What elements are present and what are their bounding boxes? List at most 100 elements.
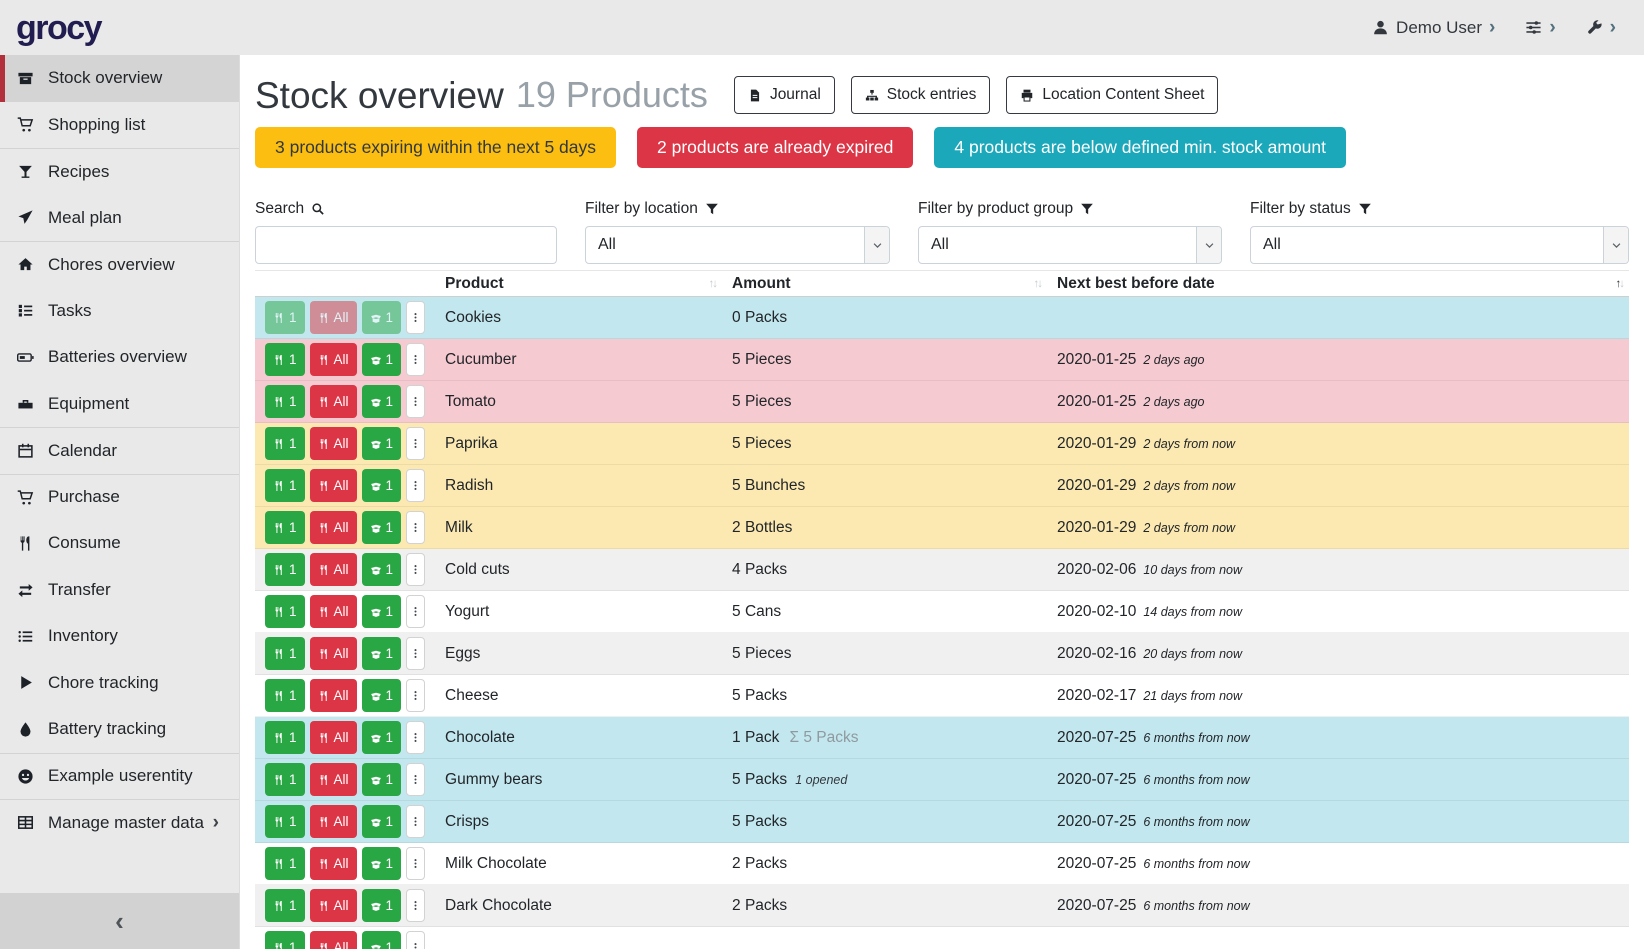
- sidebar-item-tasks[interactable]: Tasks: [0, 288, 239, 335]
- sidebar-item-battery-tracking[interactable]: Battery tracking: [0, 706, 239, 753]
- row-menu-button[interactable]: [406, 889, 425, 922]
- location-select[interactable]: All: [585, 226, 890, 264]
- search-input[interactable]: [255, 226, 557, 264]
- open-one-button[interactable]: 1: [362, 847, 402, 880]
- open-one-button[interactable]: 1: [362, 805, 402, 838]
- open-one-button[interactable]: 1: [362, 595, 402, 628]
- sidebar-item-consume[interactable]: Consume: [0, 520, 239, 567]
- consume-all-button[interactable]: All: [310, 469, 357, 502]
- open-one-button[interactable]: 1: [362, 385, 402, 418]
- open-one-button[interactable]: 1: [362, 763, 402, 796]
- consume-all-button[interactable]: All: [310, 553, 357, 586]
- open-one-button[interactable]: 1: [362, 931, 402, 949]
- amount-column-header[interactable]: Amount ↑↓: [722, 271, 1047, 297]
- best-before-column-header[interactable]: Next best before date ↑↓: [1047, 271, 1629, 297]
- consume-one-button[interactable]: 1: [265, 427, 305, 460]
- expired-alert-badge[interactable]: 2 products are already expired: [637, 127, 913, 168]
- below-min-stock-alert-badge[interactable]: 4 products are below defined min. stock …: [934, 127, 1346, 168]
- consume-all-button[interactable]: All: [310, 931, 357, 949]
- sidebar-item-stock-overview[interactable]: Stock overview: [0, 55, 239, 102]
- consume-one-button[interactable]: 1: [265, 511, 305, 544]
- consume-all-button[interactable]: All: [310, 679, 357, 712]
- sidebar-item-equipment[interactable]: Equipment: [0, 381, 239, 428]
- sidebar-item-chore-tracking[interactable]: Chore tracking: [0, 660, 239, 707]
- consume-one-button[interactable]: 1: [265, 637, 305, 670]
- consume-all-button[interactable]: All: [310, 889, 357, 922]
- consume-one-button[interactable]: 1: [265, 889, 305, 922]
- row-menu-button[interactable]: [406, 763, 425, 796]
- sidebar-item-chores-overview[interactable]: Chores overview: [0, 241, 239, 288]
- journal-button[interactable]: Journal: [734, 76, 835, 114]
- consume-all-button[interactable]: All: [310, 343, 357, 376]
- consume-one-button[interactable]: 1: [265, 343, 305, 376]
- consume-one-button[interactable]: 1: [265, 469, 305, 502]
- sidebar-item-batteries-overview[interactable]: Batteries overview: [0, 334, 239, 381]
- open-one-button[interactable]: 1: [362, 889, 402, 922]
- row-menu-button[interactable]: [406, 469, 425, 502]
- sidebar-item-calendar[interactable]: Calendar: [0, 427, 239, 474]
- consume-one-button[interactable]: 1: [265, 931, 305, 949]
- open-one-button[interactable]: 1: [362, 721, 402, 754]
- open-one-button[interactable]: 1: [362, 301, 402, 334]
- consume-one-button[interactable]: 1: [265, 763, 305, 796]
- consume-all-button[interactable]: All: [310, 595, 357, 628]
- row-menu-button[interactable]: [406, 301, 425, 334]
- user-menu[interactable]: Demo User ›: [1372, 18, 1495, 38]
- row-menu-button[interactable]: [406, 805, 425, 838]
- status-select[interactable]: All: [1250, 226, 1629, 264]
- consume-all-button[interactable]: All: [310, 427, 357, 460]
- consume-one-button[interactable]: 1: [265, 847, 305, 880]
- open-one-button[interactable]: 1: [362, 511, 402, 544]
- consume-one-button[interactable]: 1: [265, 553, 305, 586]
- sidebar-item-manage-master-data[interactable]: Manage master data›: [0, 799, 239, 846]
- row-menu-button[interactable]: [406, 721, 425, 754]
- consume-all-button[interactable]: All: [310, 763, 357, 796]
- row-menu-button[interactable]: [406, 343, 425, 376]
- open-one-button[interactable]: 1: [362, 343, 402, 376]
- open-one-button[interactable]: 1: [362, 679, 402, 712]
- expiring-alert-badge[interactable]: 3 products expiring within the next 5 da…: [255, 127, 616, 168]
- utensils-icon: [273, 354, 285, 366]
- consume-all-button[interactable]: All: [310, 301, 357, 334]
- consume-one-button[interactable]: 1: [265, 679, 305, 712]
- admin-menu[interactable]: ›: [1586, 18, 1616, 37]
- open-one-button[interactable]: 1: [362, 427, 402, 460]
- app-logo[interactable]: grocy: [16, 11, 101, 45]
- product-column-header[interactable]: Product ↑↓: [435, 271, 722, 297]
- sidebar-item-recipes[interactable]: Recipes: [0, 148, 239, 195]
- row-menu-button[interactable]: [406, 427, 425, 460]
- open-one-button[interactable]: 1: [362, 553, 402, 586]
- sidebar-item-inventory[interactable]: Inventory: [0, 613, 239, 660]
- consume-one-button[interactable]: 1: [265, 301, 305, 334]
- product-group-select[interactable]: All: [918, 226, 1222, 264]
- consume-all-button[interactable]: All: [310, 511, 357, 544]
- consume-one-button[interactable]: 1: [265, 721, 305, 754]
- row-menu-button[interactable]: [406, 511, 425, 544]
- row-menu-button[interactable]: [406, 385, 425, 418]
- sidebar-item-meal-plan[interactable]: Meal plan: [0, 195, 239, 242]
- sidebar-item-example-userentity[interactable]: Example userentity: [0, 753, 239, 800]
- row-menu-button[interactable]: [406, 553, 425, 586]
- sidebar-item-purchase[interactable]: Purchase: [0, 474, 239, 521]
- consume-all-button[interactable]: All: [310, 637, 357, 670]
- location-content-sheet-button[interactable]: Location Content Sheet: [1006, 76, 1218, 114]
- row-menu-button[interactable]: [406, 679, 425, 712]
- open-one-button[interactable]: 1: [362, 637, 402, 670]
- row-menu-button[interactable]: [406, 931, 425, 949]
- row-menu-button[interactable]: [406, 847, 425, 880]
- stock-entries-button[interactable]: Stock entries: [851, 76, 991, 114]
- consume-one-button[interactable]: 1: [265, 385, 305, 418]
- consume-all-button[interactable]: All: [310, 805, 357, 838]
- open-one-button[interactable]: 1: [362, 469, 402, 502]
- sidebar-item-transfer[interactable]: Transfer: [0, 567, 239, 614]
- consume-one-button[interactable]: 1: [265, 805, 305, 838]
- sidebar-item-shopping-list[interactable]: Shopping list: [0, 102, 239, 149]
- consume-one-button[interactable]: 1: [265, 595, 305, 628]
- row-menu-button[interactable]: [406, 595, 425, 628]
- consume-all-button[interactable]: All: [310, 385, 357, 418]
- consume-all-button[interactable]: All: [310, 847, 357, 880]
- row-menu-button[interactable]: [406, 637, 425, 670]
- sidebar-collapse-button[interactable]: ‹: [0, 893, 239, 949]
- consume-all-button[interactable]: All: [310, 721, 357, 754]
- settings-menu[interactable]: ›: [1525, 18, 1555, 37]
